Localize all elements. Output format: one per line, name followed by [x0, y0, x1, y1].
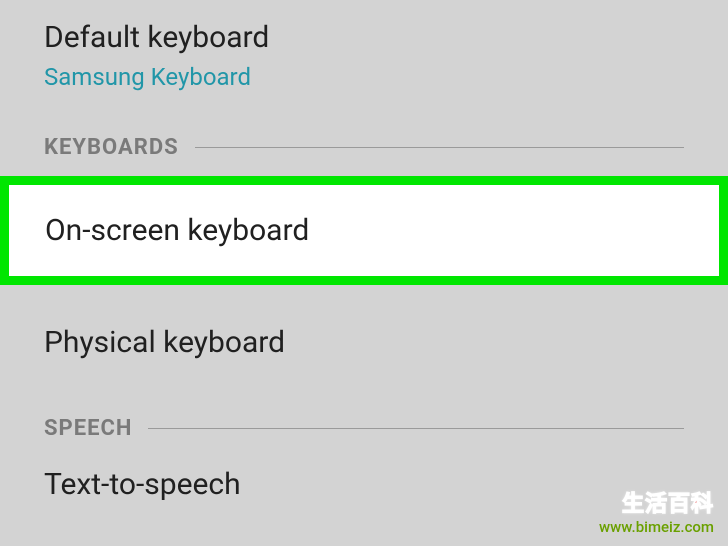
text-to-speech-label: Text-to-speech — [44, 467, 684, 502]
divider-line — [148, 428, 684, 429]
section-header-speech-label: SPEECH — [44, 416, 132, 441]
divider-line — [195, 147, 684, 148]
default-keyboard-row[interactable]: Default keyboard Samsung Keyboard — [0, 0, 728, 103]
section-header-keyboards-label: KEYBOARDS — [44, 135, 179, 160]
watermark-text-bottom: www.bimeiz.com — [599, 518, 714, 536]
default-keyboard-value: Samsung Keyboard — [44, 63, 684, 91]
onscreen-keyboard-highlight: On-screen keyboard — [0, 176, 728, 285]
section-header-speech: SPEECH — [0, 372, 728, 449]
physical-keyboard-row[interactable]: Physical keyboard — [0, 285, 728, 372]
physical-keyboard-label: Physical keyboard — [44, 325, 684, 360]
onscreen-keyboard-row[interactable]: On-screen keyboard — [9, 185, 719, 276]
text-to-speech-row[interactable]: Text-to-speech — [0, 449, 728, 502]
settings-list: Default keyboard Samsung Keyboard KEYBOA… — [0, 0, 728, 502]
default-keyboard-title: Default keyboard — [44, 18, 684, 57]
section-header-keyboards: KEYBOARDS — [0, 103, 728, 168]
onscreen-keyboard-label: On-screen keyboard — [45, 213, 683, 248]
